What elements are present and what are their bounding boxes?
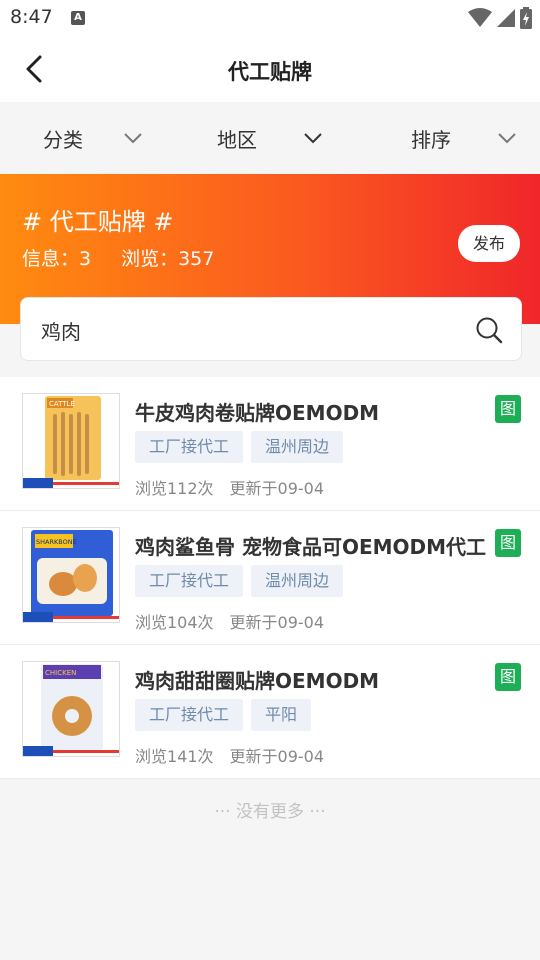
- image-badge-icon: 图: [495, 395, 521, 423]
- publish-button[interactable]: 发布: [458, 225, 520, 262]
- listing-views: 浏览104次: [135, 613, 214, 632]
- view-count: 浏览：357: [121, 248, 215, 270]
- tag-region: 温州周边: [251, 431, 344, 463]
- tag-group: 工厂接代工 温州周边: [135, 431, 344, 463]
- listing-views: 浏览141次: [135, 747, 214, 766]
- filter-bar: 分类 地区 排序: [0, 102, 540, 174]
- list-item[interactable]: SHARKBONE 鸡肉鲨鱼骨 宠物食品可OEMODM代工 工厂接代工 温州周边…: [0, 511, 540, 645]
- filter-sort-label: 排序: [411, 127, 451, 152]
- nav-bar: 代工贴牌: [0, 36, 540, 102]
- product-thumbnail: CHICKEN: [22, 661, 120, 757]
- filter-region-label: 地区: [217, 127, 257, 152]
- image-badge-icon: 图: [495, 529, 521, 557]
- wifi-icon: [468, 8, 492, 27]
- banner-title: # 代工贴牌 #: [22, 208, 174, 236]
- tag-region: 平阳: [251, 699, 312, 731]
- thumb-brand-text: SHARKBONE: [36, 538, 77, 546]
- filter-category-label: 分类: [43, 127, 83, 152]
- listing-updated: 更新于09-04: [229, 747, 325, 766]
- thumb-brand-text: CATTLE: [49, 400, 75, 408]
- product-thumbnail: CATTLE: [22, 393, 120, 489]
- filter-category[interactable]: 分类: [43, 102, 143, 174]
- no-more-text: ··· 没有更多 ···: [214, 802, 326, 822]
- search-input[interactable]: 鸡肉: [20, 297, 522, 361]
- product-thumbnail: SHARKBONE: [22, 527, 120, 623]
- tag-region: 温州周边: [251, 565, 344, 597]
- status-bar: 8:47 A: [0, 0, 540, 36]
- listing-updated: 更新于09-04: [229, 613, 325, 632]
- search-icon[interactable]: [475, 316, 503, 344]
- image-badge-icon: 图: [495, 663, 521, 691]
- chevron-down-icon: [124, 133, 142, 144]
- chevron-down-icon: [498, 133, 516, 144]
- listing-meta: 浏览141次 更新于09-04: [135, 743, 324, 767]
- search-value: 鸡肉: [41, 320, 81, 344]
- listing-title: 鸡肉鲨鱼骨 宠物食品可OEMODM代工: [135, 535, 487, 559]
- listing-updated: 更新于09-04: [229, 479, 325, 498]
- listing-list: CATTLE 牛皮鸡肉卷贴牌OEMODM 工厂接代工 温州周边 浏览112次 更…: [0, 377, 540, 779]
- tag-type: 工厂接代工: [135, 699, 244, 731]
- filter-region[interactable]: 地区: [217, 102, 323, 174]
- filter-sort[interactable]: 排序: [411, 102, 517, 174]
- listing-title: 鸡肉甜甜圈贴牌OEMODM: [135, 669, 380, 693]
- info-count: 信息：3: [22, 248, 92, 270]
- status-time: 8:47: [10, 6, 53, 28]
- listing-title: 牛皮鸡肉卷贴牌OEMODM: [135, 401, 380, 425]
- page-title: 代工贴牌: [228, 60, 312, 84]
- system-icons: [468, 7, 532, 29]
- signal-icon: [497, 9, 515, 27]
- tag-type: 工厂接代工: [135, 565, 244, 597]
- list-item[interactable]: CHICKEN 鸡肉甜甜圈贴牌OEMODM 工厂接代工 平阳 浏览141次 更新…: [0, 645, 540, 779]
- thumb-brand-text: CHICKEN: [45, 669, 76, 677]
- listing-views: 浏览112次: [135, 479, 214, 498]
- tag-group: 工厂接代工 温州周边: [135, 565, 344, 597]
- banner-stats: 信息：3 浏览：357: [22, 244, 214, 271]
- tag-group: 工厂接代工 平阳: [135, 699, 312, 731]
- tag-type: 工厂接代工: [135, 431, 244, 463]
- battery-icon: [520, 7, 532, 29]
- chevron-down-icon: [304, 133, 322, 144]
- listing-meta: 浏览112次 更新于09-04: [135, 475, 324, 499]
- notification-a-icon: A: [71, 11, 85, 25]
- listing-meta: 浏览104次 更新于09-04: [135, 609, 324, 633]
- list-item[interactable]: CATTLE 牛皮鸡肉卷贴牌OEMODM 工厂接代工 温州周边 浏览112次 更…: [0, 377, 540, 511]
